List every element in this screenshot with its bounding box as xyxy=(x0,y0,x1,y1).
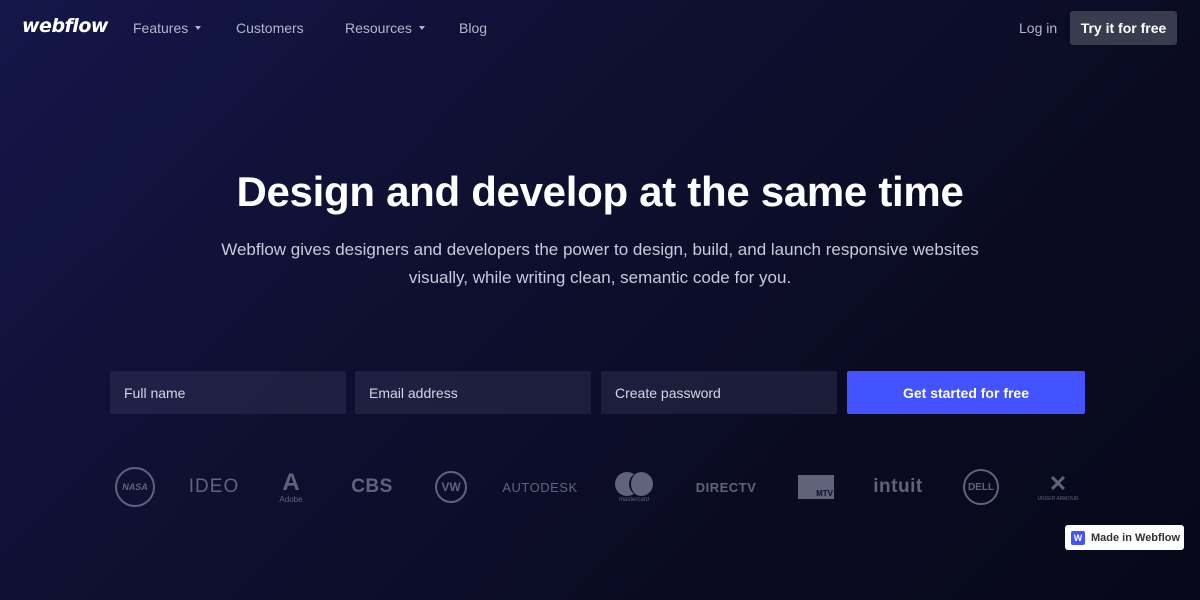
try-free-button[interactable]: Try it for free xyxy=(1070,11,1177,45)
webflow-logo[interactable]: webflow xyxy=(22,15,108,37)
volkswagen-logo: VW xyxy=(434,466,468,508)
nav-item-label: Features xyxy=(133,20,189,36)
customer-logos: NASA IDEO A Adobe CBS VW AUTODESK master… xyxy=(110,466,1090,508)
hero-subtitle: Webflow gives designers and developers t… xyxy=(221,240,979,287)
nav-item-customers[interactable]: Customers xyxy=(236,20,304,36)
made-in-webflow-badge[interactable]: W Made in Webflow xyxy=(1065,525,1184,550)
autodesk-logo: AUTODESK xyxy=(502,479,578,495)
nav-item-label: Resources xyxy=(345,20,412,36)
top-nav: webflow Features Customers Resources Blo… xyxy=(0,0,1200,58)
under-armour-logo: ✕ UNDER ARMOUR xyxy=(1037,470,1079,502)
nav-item-resources[interactable]: Resources xyxy=(345,20,425,36)
mtv-logo: MTV xyxy=(796,466,836,508)
nav-item-label: Blog xyxy=(459,20,488,36)
webflow-w-icon: W xyxy=(1071,530,1085,545)
login-link[interactable]: Log in xyxy=(1019,20,1057,36)
email-input[interactable] xyxy=(355,371,591,414)
chevron-down-icon xyxy=(418,26,425,30)
get-started-button[interactable]: Get started for free xyxy=(847,371,1085,414)
nav-item-features[interactable]: Features xyxy=(133,20,202,36)
cbs-logo: CBS xyxy=(351,476,393,497)
adobe-logo: A Adobe xyxy=(279,468,303,504)
password-input[interactable] xyxy=(601,371,837,414)
hero-title: Design and develop at the same time xyxy=(236,168,964,215)
dell-logo: DELL xyxy=(962,466,1000,508)
chevron-down-icon xyxy=(195,26,202,30)
full-name-input[interactable] xyxy=(110,371,346,414)
nav-item-blog[interactable]: Blog xyxy=(459,20,487,36)
badge-label: Made in Webflow xyxy=(1091,531,1181,544)
directv-logo: DIRECTV xyxy=(695,479,757,495)
mastercard-logo: mastercard xyxy=(612,466,656,508)
ideo-logo: IDEO xyxy=(188,476,240,497)
intuit-logo: intuit xyxy=(873,476,923,497)
nav-item-label: Customers xyxy=(236,20,304,36)
nasa-logo: NASA xyxy=(114,466,156,508)
